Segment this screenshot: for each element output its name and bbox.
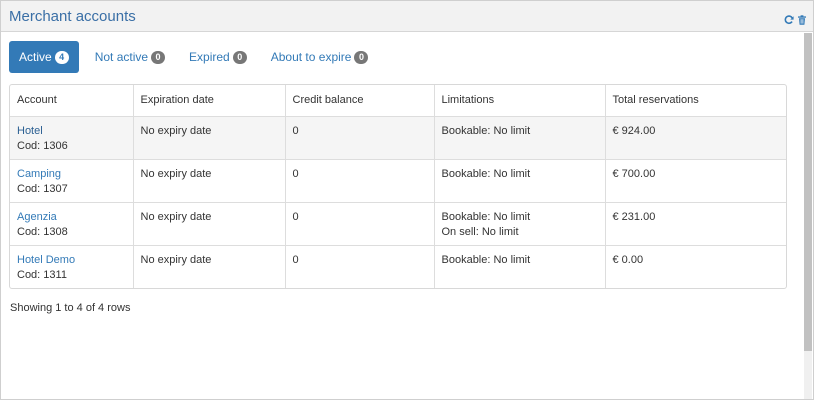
tab-count-badge: 0 xyxy=(232,50,247,64)
credit-cell: 0 xyxy=(285,202,435,246)
limitations-cell: Bookable: No limit xyxy=(434,116,606,160)
panel-title: Merchant accounts xyxy=(9,8,136,25)
scrollbar[interactable] xyxy=(804,33,812,399)
limitations-cell: Bookable: No limit xyxy=(434,245,606,288)
table-row[interactable]: Hotel Demo Cod: 1311 No expiry date 0 Bo… xyxy=(10,245,786,288)
account-name-link[interactable]: Camping xyxy=(17,167,126,182)
total-reservations-cell: € 0.00 xyxy=(612,253,644,266)
limitations-cell: Bookable: No limit xyxy=(434,159,606,203)
account-code: Cod: 1307 xyxy=(17,182,68,195)
tab-label: Expired xyxy=(189,50,230,64)
expiration-cell: No expiry date xyxy=(133,245,286,288)
column-header-credit-balance[interactable]: Credit balance xyxy=(285,85,435,117)
header-icons xyxy=(783,14,807,25)
tab-label: Not active xyxy=(94,50,149,64)
account-code: Cod: 1308 xyxy=(17,225,68,238)
limitation-item: Bookable: No limit xyxy=(441,253,531,266)
account-code: Cod: 1311 xyxy=(17,268,67,281)
account-status-tabs: Active 4 Not active 0 Expired 0 About to… xyxy=(9,41,384,73)
tab-about-to-expire[interactable]: About to expire 0 xyxy=(263,41,377,73)
table-row[interactable]: Camping Cod: 1307 No expiry date 0 Booka… xyxy=(10,159,786,203)
panel-header: Merchant accounts xyxy=(1,1,813,32)
tab-expired[interactable]: Expired 0 xyxy=(181,41,255,73)
limitations-cell: Bookable: No limit On sell: No limit xyxy=(434,202,606,246)
credit-cell: 0 xyxy=(285,159,435,203)
limitation-item: Bookable: No limit xyxy=(441,167,531,180)
merchant-accounts-panel: Merchant accounts Active 4 Not active 0 … xyxy=(0,0,814,400)
tab-count-badge: 0 xyxy=(151,50,166,64)
expiration-cell: No expiry date xyxy=(133,202,286,246)
account-name-link[interactable]: Hotel Demo xyxy=(17,253,126,268)
accounts-table: Account Expiration date Credit balance L… xyxy=(9,84,787,289)
credit-cell: 0 xyxy=(285,116,435,160)
table-row[interactable]: Hotel Cod: 1306 No expiry date 0 Bookabl… xyxy=(10,116,786,160)
expiration-cell: No expiry date xyxy=(133,159,286,203)
limitation-item: Bookable: No limit xyxy=(441,124,531,137)
limitation-item: On sell: No limit xyxy=(441,225,519,238)
refresh-icon[interactable] xyxy=(783,14,794,25)
account-name-link[interactable]: Agenzia xyxy=(17,210,126,225)
expiration-cell: No expiry date xyxy=(133,116,286,160)
account-code: Cod: 1306 xyxy=(17,139,68,152)
column-header-limitations[interactable]: Limitations xyxy=(434,85,606,117)
table-header-row: Account Expiration date Credit balance L… xyxy=(10,85,786,117)
tab-label: Active xyxy=(19,50,52,64)
total-reservations-cell: € 700.00 xyxy=(605,159,786,203)
tab-not-active[interactable]: Not active 0 xyxy=(87,41,173,73)
account-name-link[interactable]: Hotel xyxy=(17,124,126,139)
credit-cell: 0 xyxy=(285,245,435,288)
total-reservations-cell: € 231.00 xyxy=(605,202,786,246)
pagination-info: Showing 1 to 4 of 4 rows xyxy=(10,302,131,314)
trash-icon[interactable] xyxy=(796,14,807,25)
account-cell: Hotel Demo Cod: 1311 xyxy=(10,245,134,288)
column-header-total-reservations[interactable]: Total reservations xyxy=(605,85,786,117)
account-cell: Agenzia Cod: 1308 xyxy=(10,202,134,246)
tab-count-badge: 0 xyxy=(354,50,369,64)
account-cell: Camping Cod: 1307 xyxy=(10,159,134,203)
scrollbar-thumb[interactable] xyxy=(804,33,812,351)
limitation-item: Bookable: No limit xyxy=(441,210,531,223)
total-reservations-cell: € 924.00 xyxy=(605,116,786,160)
column-header-expiration-date[interactable]: Expiration date xyxy=(133,85,286,117)
tab-active[interactable]: Active 4 xyxy=(9,41,79,73)
column-header-account[interactable]: Account xyxy=(10,85,134,117)
tab-count-badge: 4 xyxy=(54,50,69,64)
tab-label: About to expire xyxy=(270,50,352,64)
account-cell: Hotel Cod: 1306 xyxy=(10,116,134,160)
table-row[interactable]: Agenzia Cod: 1308 No expiry date 0 Booka… xyxy=(10,202,786,246)
